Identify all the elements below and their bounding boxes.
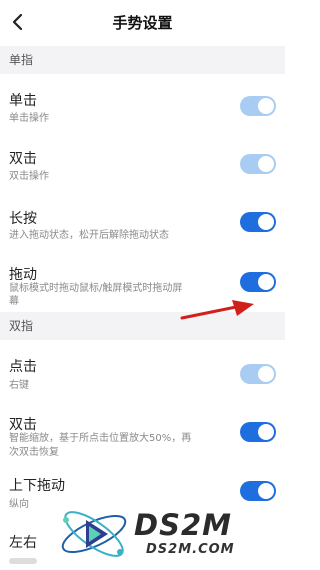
toggle-tap[interactable]: [240, 96, 276, 116]
row-title: 单击: [9, 93, 37, 109]
watermark-text: DS2M: [134, 508, 232, 542]
section-header-single: 单指: [0, 46, 285, 74]
setting-row-two-finger-double-tap[interactable]: 双击 智能缩放，基于所点击位置放大50%，再 次双击恢复: [0, 402, 285, 472]
row-title: 拖动: [9, 267, 37, 283]
row-title: 双击: [9, 417, 37, 433]
toggle-knob: [258, 366, 274, 382]
setting-row-two-finger-tap[interactable]: 点击 右键: [0, 340, 285, 402]
row-subtitle: 双击操作: [9, 171, 49, 182]
setting-row-long-press[interactable]: 长按 进入拖动状态，松开后解除拖动状态: [0, 194, 285, 254]
toggle-two-finger-double-tap[interactable]: [240, 422, 276, 442]
toggle-knob: [258, 424, 274, 440]
watermark: DS2M DS2M.COM: [42, 508, 285, 570]
toggle-knob: [258, 483, 274, 499]
setting-row-double-tap[interactable]: 双击 双击操作: [0, 134, 285, 194]
toggle-drag[interactable]: [240, 272, 276, 292]
toggle-knob: [258, 98, 274, 114]
setting-row-tap[interactable]: 单击 单击操作: [0, 74, 285, 134]
toggle-knob: [258, 274, 274, 290]
watermark-url: DS2M.COM: [146, 542, 235, 557]
toggle-double-tap[interactable]: [240, 154, 276, 174]
header: 手势设置: [0, 0, 285, 46]
section-label: 单指: [9, 53, 34, 67]
row-subtitle-placeholder: [9, 558, 37, 564]
row-title: 点击: [9, 359, 37, 375]
row-subtitle: 进入拖动状态，松开后解除拖动状态: [9, 230, 169, 241]
toggle-knob: [258, 214, 274, 230]
toggle-knob: [258, 156, 274, 172]
row-subtitle: 纵向: [9, 499, 29, 510]
row-subtitle-line1: 智能缩放，基于所点击位置放大50%，再: [9, 433, 192, 444]
row-title: 双击: [9, 151, 37, 167]
watermark-logo-icon: [61, 511, 127, 557]
row-title: 长按: [9, 211, 37, 227]
row-subtitle-line2: 次双击恢复: [9, 447, 59, 458]
row-subtitle-line1: 鼠标模式时拖动鼠标/触屏模式时拖动屏: [9, 283, 183, 294]
annotation-arrow-icon: [180, 300, 254, 320]
toggle-two-finger-tap[interactable]: [240, 364, 276, 384]
toggle-two-finger-vertical-drag[interactable]: [240, 481, 276, 501]
row-subtitle: 右键: [9, 380, 29, 391]
row-subtitle-line2: 幕: [9, 296, 19, 307]
toggle-long-press[interactable]: [240, 212, 276, 232]
row-title: 上下拖动: [9, 478, 65, 494]
section-label: 双指: [9, 319, 34, 333]
row-title: 左右: [9, 535, 37, 551]
page-title: 手势设置: [112, 14, 173, 32]
row-subtitle: 单击操作: [9, 113, 49, 124]
